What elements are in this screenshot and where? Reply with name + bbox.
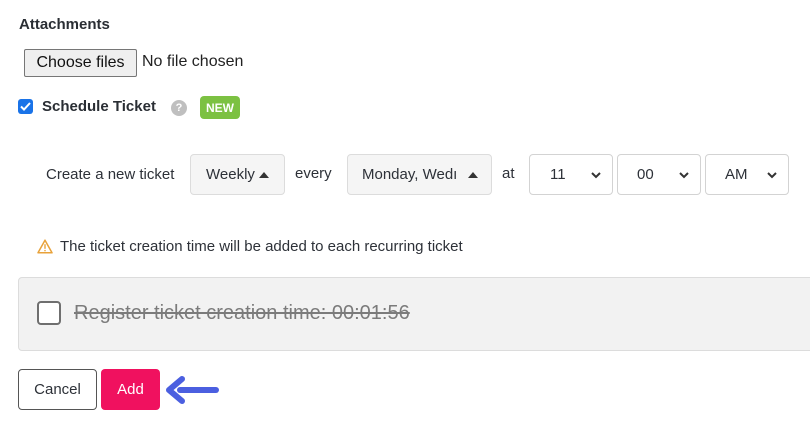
chevron-down-icon [679, 172, 689, 179]
register-time-checkbox[interactable] [37, 301, 61, 325]
every-label: every [295, 165, 332, 182]
add-button[interactable]: Add [101, 369, 160, 410]
minute-value: 00 [637, 166, 654, 183]
frequency-select[interactable]: Weekly [190, 154, 285, 195]
pointer-arrow-icon [166, 376, 219, 404]
hour-select[interactable]: 11 [529, 154, 613, 195]
minute-select[interactable]: 00 [617, 154, 701, 195]
ampm-select[interactable]: AM [705, 154, 789, 195]
question-circle-icon[interactable]: ? [171, 100, 187, 116]
caret-up-icon [258, 171, 269, 178]
choose-files-button[interactable]: Choose files [24, 49, 137, 77]
checkmark-icon [20, 102, 31, 111]
chevron-down-icon [591, 172, 601, 179]
schedule-ticket-label: Schedule Ticket [42, 98, 156, 115]
caret-up-icon [468, 171, 478, 178]
ampm-value: AM [725, 166, 748, 183]
days-select[interactable]: Monday, Wedı [347, 154, 492, 195]
create-new-ticket-label: Create a new ticket [46, 166, 175, 183]
schedule-ticket-checkbox[interactable] [18, 99, 33, 114]
warning-triangle-icon [37, 239, 53, 254]
ticket-creation-notice: The ticket creation time will be added t… [60, 238, 463, 255]
new-badge: NEW [200, 96, 240, 119]
days-value: Monday, Wedı [362, 166, 458, 183]
frequency-value: Weekly [206, 166, 255, 183]
at-label: at [502, 165, 515, 182]
register-time-label: Register ticket creation time: 00:01:56 [74, 302, 410, 324]
cancel-button[interactable]: Cancel [18, 369, 97, 410]
hour-value: 11 [550, 166, 566, 183]
no-file-chosen-text: No file chosen [142, 53, 244, 70]
chevron-down-icon [767, 172, 777, 179]
attachments-label: Attachments [19, 16, 110, 33]
